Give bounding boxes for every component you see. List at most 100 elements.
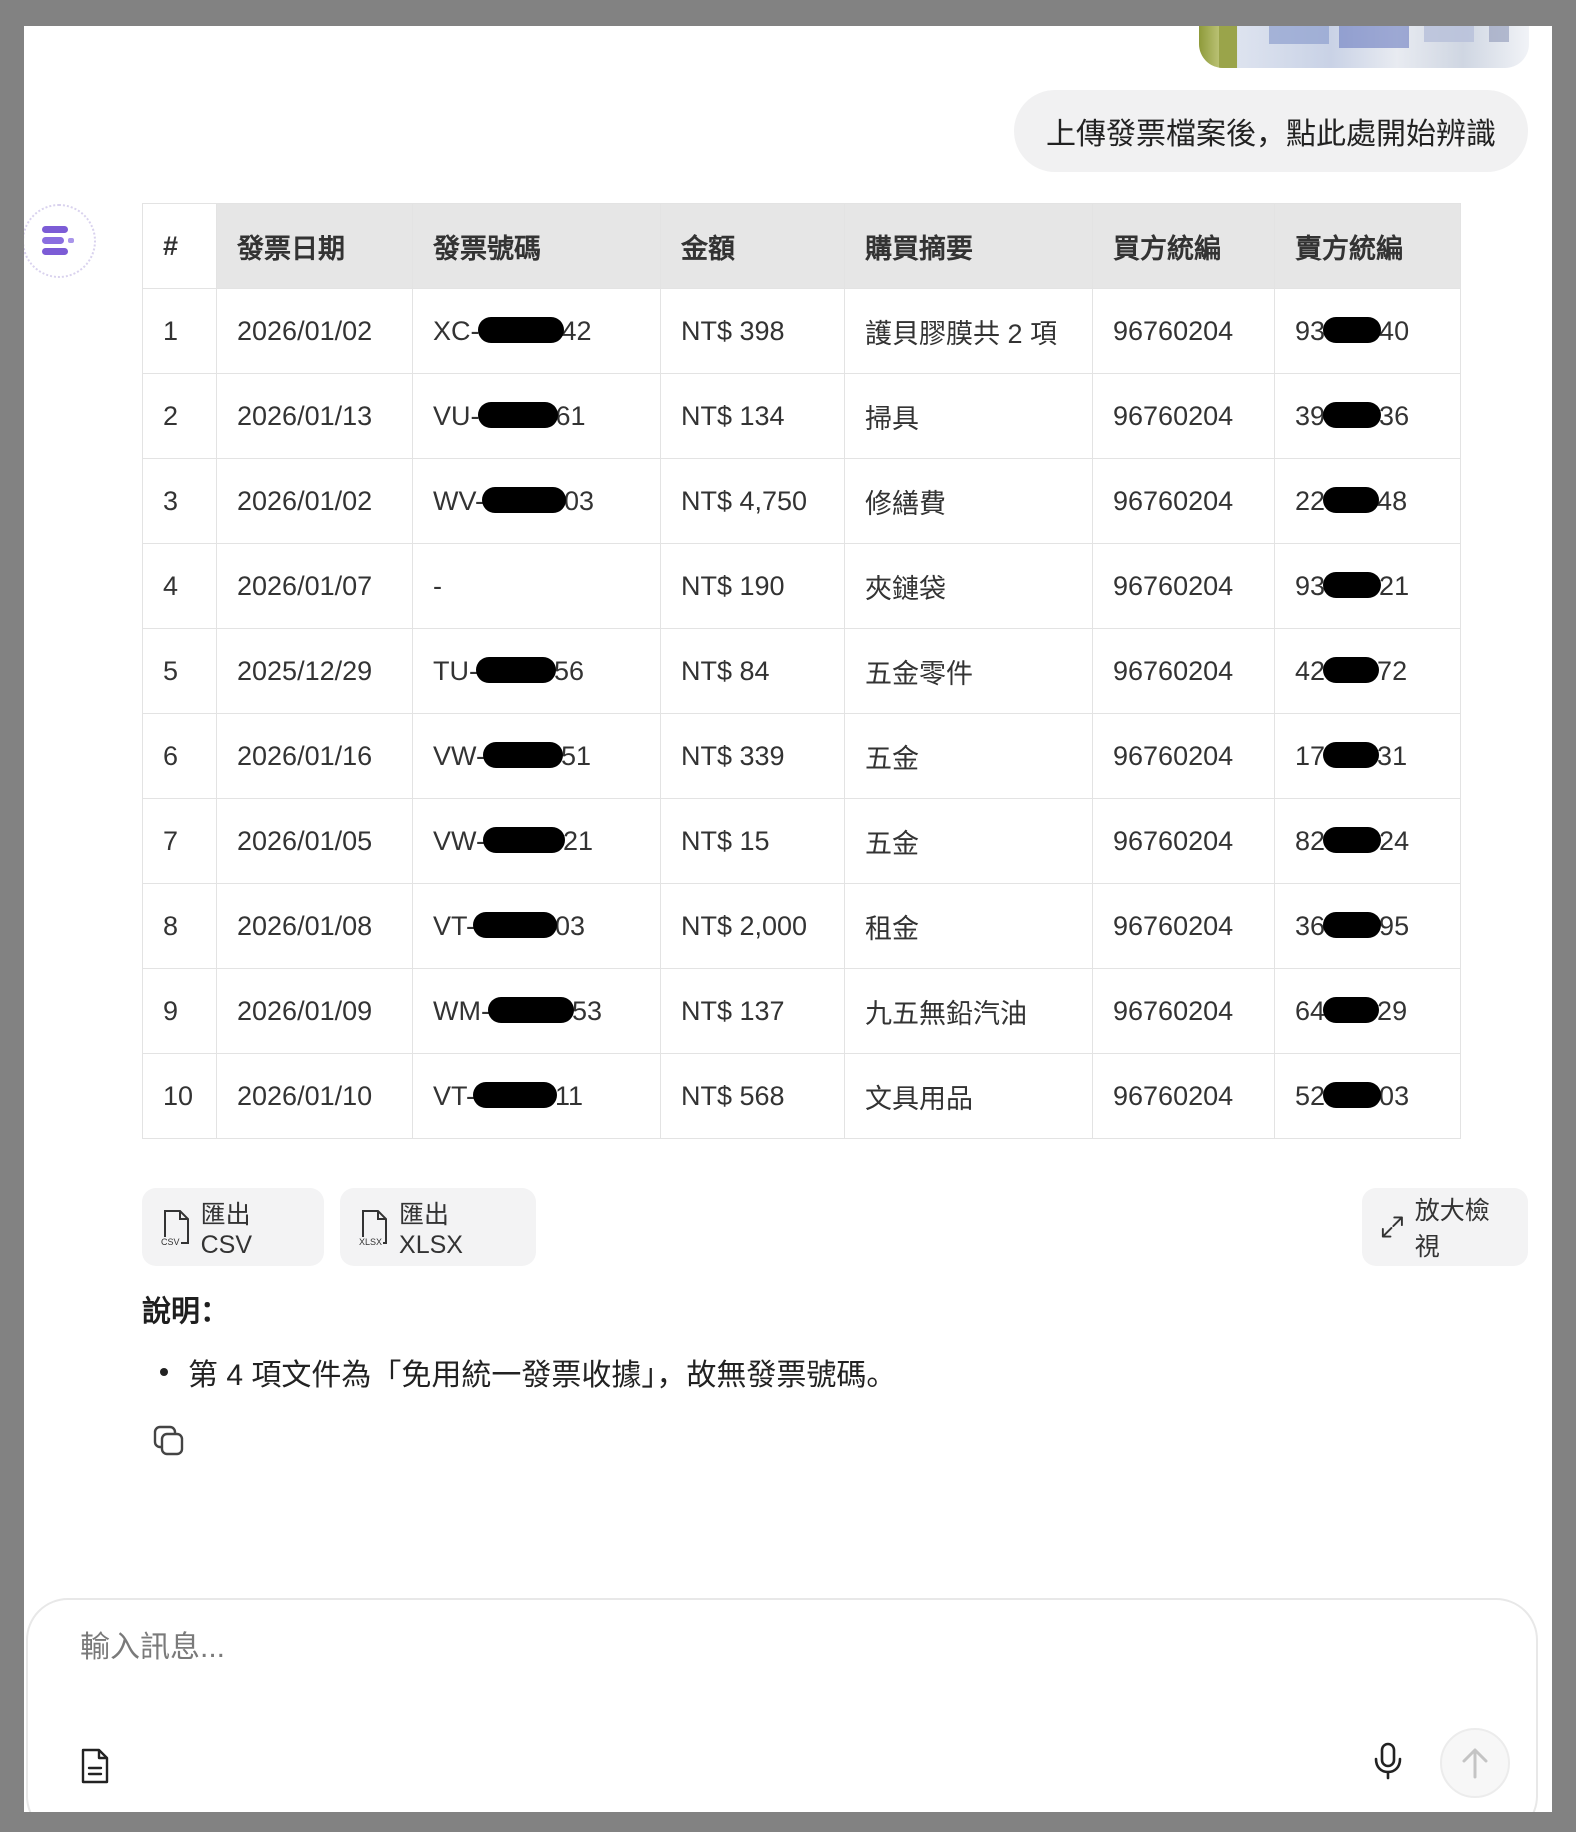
seller-prefix: 17 — [1295, 740, 1326, 771]
send-button[interactable] — [1440, 1728, 1510, 1798]
cell-invoice-number: - — [412, 543, 661, 629]
cell-date: 2025/12/29 — [216, 628, 413, 714]
col-header-summary: 購買摘要 — [844, 203, 1093, 289]
xlsx-icon-tag: XLSX — [358, 1237, 384, 1247]
cell-buyer-id: 96760204 — [1092, 288, 1275, 374]
redaction-mark — [482, 487, 566, 514]
invoice-suffix: 51 — [561, 740, 592, 771]
expand-arrows-icon — [1381, 1216, 1403, 1238]
redaction-mark — [475, 657, 556, 684]
cell-seller-id: 82 24 — [1274, 798, 1461, 884]
invoice-prefix: - — [433, 570, 442, 601]
cell-seller-id: 64 29 — [1274, 968, 1461, 1054]
cell-buyer-id: 96760204 — [1092, 1053, 1275, 1139]
cell-buyer-id: 96760204 — [1092, 543, 1275, 629]
cell-amount: NT$ 4,750 — [660, 458, 845, 544]
table-row: 5 2025/12/29 TU- 56 NT$ 84 五金零件 96760204 … — [142, 628, 1461, 714]
invoice-suffix: 21 — [563, 825, 594, 856]
cell-buyer-id: 96760204 — [1092, 458, 1275, 544]
seller-suffix: 31 — [1377, 740, 1408, 771]
cell-amount: NT$ 568 — [660, 1053, 845, 1139]
cell-index: 1 — [142, 288, 217, 374]
cell-date: 2026/01/02 — [216, 288, 413, 374]
invoice-prefix: VU- — [433, 400, 480, 431]
seller-prefix: 36 — [1295, 910, 1326, 941]
col-header-invoice-number: 發票號碼 — [412, 203, 661, 289]
message-input[interactable] — [78, 1630, 1382, 1666]
arrow-up-icon — [1462, 1748, 1488, 1779]
cell-seller-id: 93 21 — [1274, 543, 1461, 629]
invoice-suffix: 53 — [571, 995, 603, 1026]
invoice-prefix: WM- — [433, 995, 490, 1026]
user-message-bubble: 上傳發票檔案後，點此處開始辨識 — [1014, 90, 1528, 172]
invoice-prefix: VT- — [433, 910, 476, 941]
table-row: 10 2026/01/10 VT- 11 NT$ 568 文具用品 9676020… — [142, 1053, 1461, 1139]
cell-invoice-number: TU- 56 — [412, 628, 661, 714]
message-composer — [26, 1598, 1538, 1812]
cell-summary: 護貝膠膜共 2 項 — [844, 288, 1093, 374]
bullet-icon — [160, 1368, 168, 1376]
seller-suffix: 29 — [1377, 995, 1408, 1026]
seller-suffix: 36 — [1379, 400, 1410, 431]
cell-invoice-number: VW- 21 — [412, 798, 661, 884]
note-text: 第 4 項文件為「免用統一發票收據」，故無發票號碼。 — [188, 1359, 897, 1392]
cell-invoice-number: VW- 51 — [412, 713, 661, 799]
expand-view-button[interactable]: 放大檢視 — [1362, 1188, 1528, 1266]
invoice-prefix: TU- — [433, 655, 478, 686]
cell-summary: 五金 — [844, 713, 1093, 799]
cell-index: 5 — [142, 628, 217, 714]
cell-date: 2026/01/08 — [216, 883, 413, 969]
cell-seller-id: 52 03 — [1274, 1053, 1461, 1139]
cell-seller-id: 93 40 — [1274, 288, 1461, 374]
cell-index: 8 — [142, 883, 217, 969]
cell-seller-id: 17 31 — [1274, 713, 1461, 799]
table-row: 6 2026/01/16 VW- 51 NT$ 339 五金 96760204 1… — [142, 713, 1461, 799]
invoice-table-container: # 發票日期 發票號碼 金額 購買摘要 買方統編 賣方統編 1 2026/01/… — [142, 203, 1461, 1139]
cell-buyer-id: 96760204 — [1092, 798, 1275, 884]
seller-prefix: 93 — [1295, 570, 1326, 601]
col-header-index: # — [142, 203, 217, 289]
seller-suffix: 72 — [1377, 655, 1408, 686]
table-row: 4 2026/01/07 - NT$ 190 夾鏈袋 96760204 93 21 — [142, 543, 1461, 629]
export-xlsx-button[interactable]: XLSX 匯出 XLSX — [340, 1188, 536, 1266]
cell-date: 2026/01/10 — [216, 1053, 413, 1139]
redaction-mark — [1323, 572, 1382, 599]
cell-amount: NT$ 137 — [660, 968, 845, 1054]
redaction-mark — [1323, 402, 1382, 429]
cell-summary: 夾鏈袋 — [844, 543, 1093, 629]
copy-button[interactable] — [152, 1424, 186, 1463]
cell-buyer-id: 96760204 — [1092, 883, 1275, 969]
invoice-suffix: 03 — [564, 485, 595, 516]
redaction-mark — [1323, 657, 1380, 684]
uploaded-invoice-thumbnail[interactable] — [1199, 26, 1529, 68]
seller-prefix: 22 — [1295, 485, 1326, 516]
cell-index: 7 — [142, 798, 217, 884]
seller-prefix: 82 — [1295, 825, 1326, 856]
xlsx-file-icon: XLSX — [358, 1210, 389, 1247]
cell-seller-id: 36 95 — [1274, 883, 1461, 969]
redaction-mark — [473, 1082, 558, 1109]
seller-prefix: 93 — [1295, 315, 1326, 346]
invoice-prefix: VW- — [433, 825, 485, 856]
cell-amount: NT$ 134 — [660, 373, 845, 459]
csv-icon-tag: CSV — [160, 1237, 181, 1247]
cell-amount: NT$ 190 — [660, 543, 845, 629]
seller-suffix: 48 — [1377, 485, 1408, 516]
invoice-suffix: 42 — [561, 315, 592, 346]
seller-prefix: 52 — [1295, 1080, 1326, 1111]
export-csv-button[interactable]: CSV 匯出 CSV — [142, 1188, 324, 1266]
invoice-suffix: 56 — [553, 655, 585, 686]
redaction-mark — [483, 742, 563, 769]
voice-input-button[interactable] — [1372, 1742, 1404, 1785]
attach-file-button[interactable] — [80, 1748, 110, 1789]
cell-index: 9 — [142, 968, 217, 1054]
cell-date: 2026/01/09 — [216, 968, 413, 1054]
export-xlsx-label: 匯出 XLSX — [399, 1200, 463, 1259]
table-header-row: # 發票日期 發票號碼 金額 購買摘要 買方統編 賣方統編 — [142, 203, 1461, 289]
redaction-mark — [1323, 317, 1382, 344]
cell-seller-id: 39 36 — [1274, 373, 1461, 459]
table-row: 8 2026/01/08 VT- 03 NT$ 2,000 租金 96760204… — [142, 883, 1461, 969]
cell-date: 2026/01/16 — [216, 713, 413, 799]
microphone-icon — [1374, 1742, 1402, 1780]
cell-summary: 租金 — [844, 883, 1093, 969]
